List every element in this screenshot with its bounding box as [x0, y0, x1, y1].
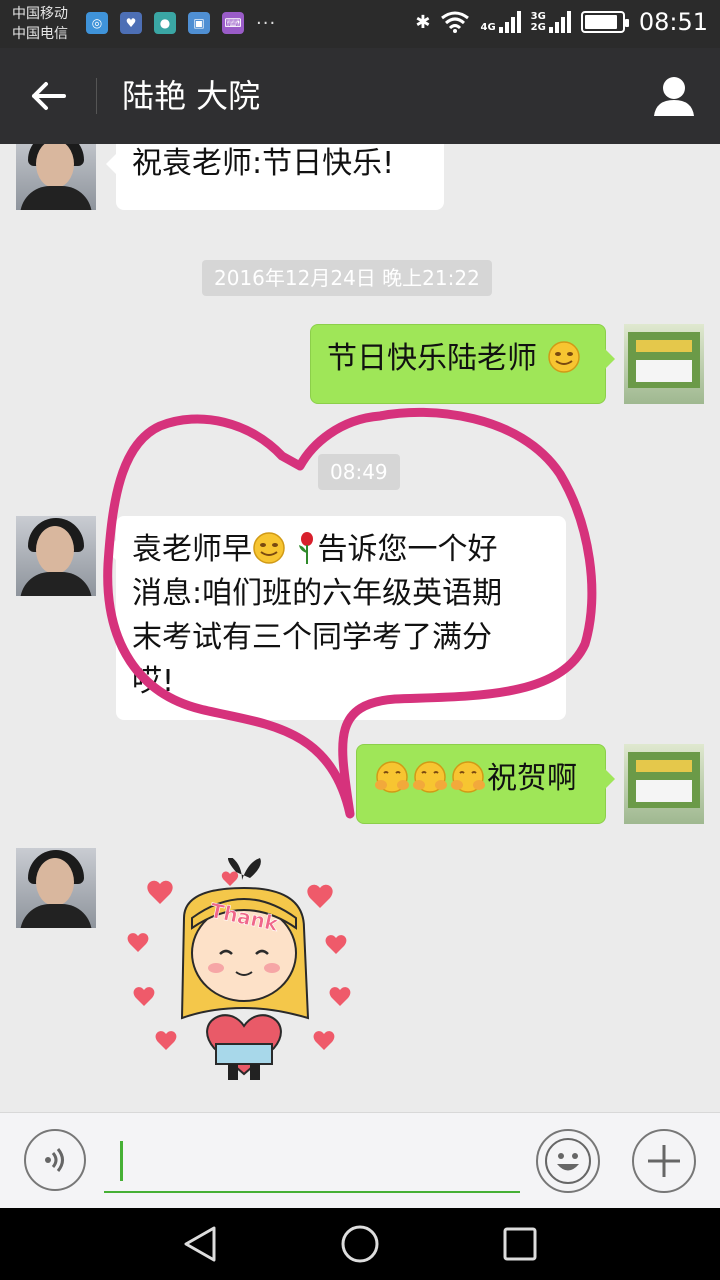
- voice-icon: [45, 1148, 64, 1172]
- chat-info-button[interactable]: [648, 72, 700, 120]
- message-bubble-outgoing[interactable]: 节日快乐陆老师: [310, 324, 615, 404]
- battery-fill: [584, 15, 618, 29]
- back-button[interactable]: [20, 70, 76, 122]
- nav-home-button[interactable]: [340, 1224, 380, 1264]
- system-nav-bar: [0, 1208, 720, 1280]
- carrier-info: 中国移动 中国电信: [12, 4, 68, 44]
- contact-avatar[interactable]: [16, 516, 96, 596]
- gallery-icon: ▣: [188, 12, 210, 34]
- message-icon: ●: [154, 12, 176, 34]
- message-line: 末考试有三个同学考了满分: [132, 620, 492, 655]
- smile-emoji-icon: [253, 532, 285, 564]
- square-recents-icon: [503, 1227, 537, 1261]
- net-label-3g: 3G: [530, 11, 546, 22]
- message-line: 袁老师早 告诉您一个好: [132, 528, 550, 572]
- keyboard-icon: ⌨: [222, 12, 244, 34]
- net-label-4g: 4G: [480, 22, 496, 33]
- rose-emoji-icon: [298, 532, 313, 564]
- wifi-icon: [441, 11, 470, 33]
- message-text: 袁老师早: [132, 532, 252, 567]
- message-text: 祝袁老师:节日快乐!: [132, 146, 395, 181]
- signal-bars-icon: [548, 11, 571, 33]
- more-notifications-indicator: ···: [256, 12, 277, 34]
- smile-emoji-icon: [547, 341, 580, 373]
- emoji-button[interactable]: [536, 1129, 600, 1193]
- bluetooth-icon: ✱: [415, 11, 431, 33]
- composer-bar: [0, 1112, 720, 1208]
- person-icon: [654, 77, 694, 116]
- chat-header: 陆艳 大院: [0, 48, 720, 144]
- carrier-1: 中国移动: [12, 6, 68, 22]
- signal-4g: 4G: [480, 11, 521, 33]
- hug-emoji-icon: [413, 761, 447, 793]
- message-line: 消息:咱们班的六年级英语期: [132, 576, 503, 611]
- message-text: 节日快乐陆老师: [327, 341, 537, 376]
- system-status: ✱ 4G 3G 2G 08:51: [415, 8, 708, 36]
- carrier-2: 中国电信: [12, 26, 68, 42]
- voice-input-button[interactable]: [24, 1129, 86, 1191]
- timestamp-pill: 2016年12月24日 晚上21:22: [202, 260, 492, 296]
- smiley-icon: [545, 1138, 591, 1184]
- net-label-2g: 2G: [530, 22, 546, 33]
- signal-3g: 3G 2G: [531, 11, 571, 33]
- thank-you-sticker[interactable]: Thank: [124, 858, 364, 1088]
- chat-title: 陆艳 大院: [122, 77, 261, 115]
- more-actions-button[interactable]: [632, 1129, 696, 1193]
- message-bubble-incoming[interactable]: 袁老师早 告诉您一个好 消息:咱们班的六年级英语期 末考试有三个同学考了满分 哎…: [106, 516, 566, 720]
- contact-avatar[interactable]: [16, 848, 96, 928]
- browser-icon: ◎: [86, 12, 108, 34]
- message-text: 告诉您一个好: [317, 532, 498, 567]
- back-arrow-icon: [32, 82, 66, 110]
- health-icon: ♥: [120, 12, 142, 34]
- notification-icons: ◎ ♥ ● ▣ ⌨ ···: [86, 12, 276, 34]
- my-avatar[interactable]: [624, 324, 704, 404]
- nav-back-button[interactable]: [180, 1224, 220, 1264]
- plus-icon: [648, 1145, 680, 1177]
- message-text: 祝贺啊: [487, 761, 577, 796]
- message-line: 哎!: [132, 664, 175, 699]
- triangle-back-icon: [184, 1226, 216, 1262]
- signal-bars-icon: [498, 11, 521, 33]
- header-divider: [96, 78, 97, 114]
- circle-home-icon: [341, 1225, 379, 1263]
- status-time: 08:51: [638, 8, 708, 36]
- contact-avatar[interactable]: [16, 144, 96, 210]
- battery-icon: [580, 11, 629, 33]
- text-caret: [120, 1141, 123, 1181]
- status-bar: 中国移动 中国电信 ◎ ♥ ● ▣ ⌨ ··· ✱ 4G 3G 2G 08:51: [0, 0, 720, 48]
- message-bubble-outgoing[interactable]: 祝贺啊: [356, 744, 615, 824]
- timestamp-pill: 08:49: [318, 454, 400, 490]
- hug-emoji-icon: [375, 761, 409, 793]
- message-bubble-incoming[interactable]: 祝袁老师:节日快乐!: [106, 144, 444, 210]
- my-avatar[interactable]: [624, 744, 704, 824]
- hug-emoji-icon: [451, 761, 485, 793]
- nav-recents-button[interactable]: [500, 1224, 540, 1264]
- message-input[interactable]: [104, 1133, 520, 1193]
